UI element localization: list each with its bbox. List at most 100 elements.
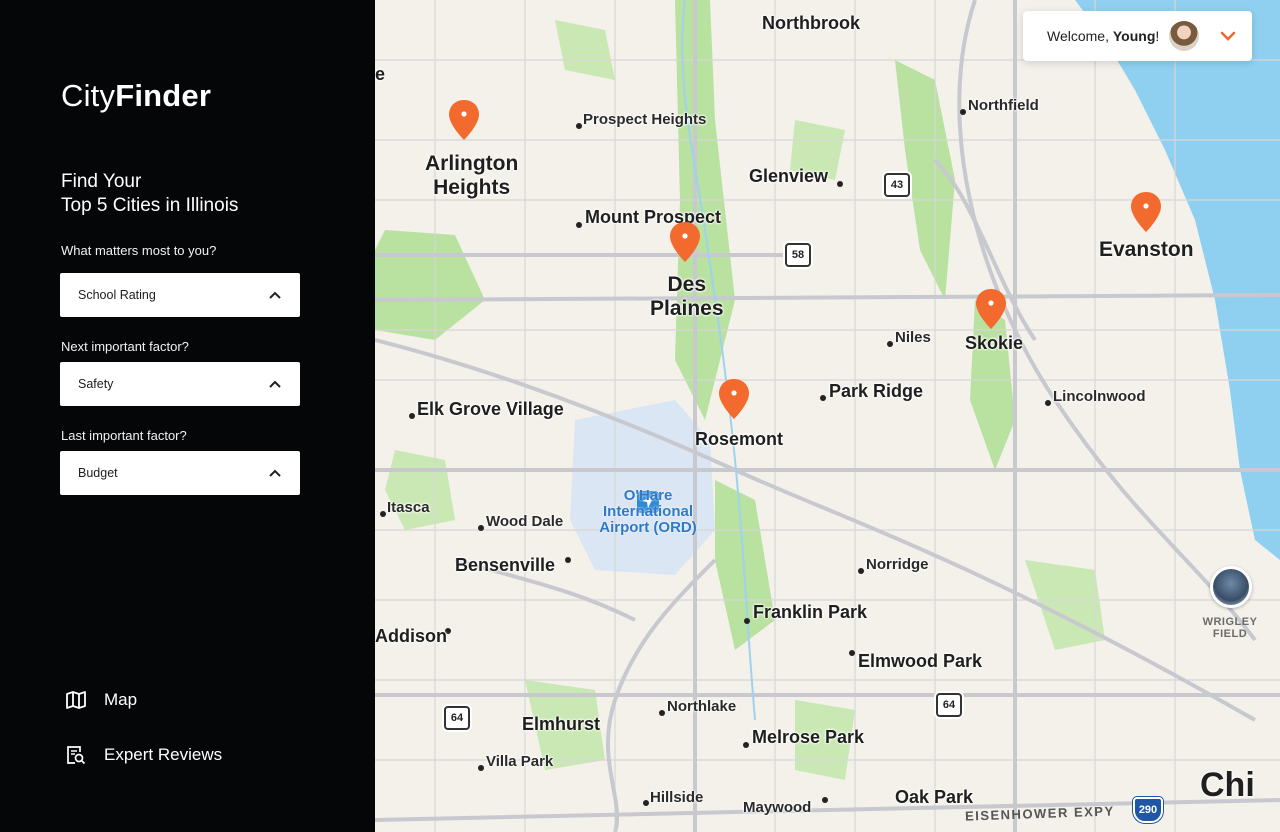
map-label-maywood: Maywood [743, 799, 812, 816]
map-label-des-plaines: Des Plaines [650, 273, 724, 321]
map-pin-evanston[interactable] [1130, 191, 1162, 233]
map-label-airport: O'Hare International Airport (ORD) [593, 488, 703, 536]
map-city-dot [576, 123, 582, 129]
map-city-dot [409, 413, 415, 419]
map-label-addison: Addison [375, 626, 447, 646]
map-label-line: WRIGLEY [1202, 616, 1258, 628]
map-city-dot [887, 341, 893, 347]
map-city-dot [858, 568, 864, 574]
map-label-elmhurst: Elmhurst [522, 714, 601, 734]
map-label-niles: Niles [895, 329, 931, 346]
user-name: Young [1112, 28, 1156, 44]
question-3-label: Last important factor? [61, 428, 187, 443]
map-label-rosemont: Rosemont [695, 429, 784, 449]
map-city-dot [744, 618, 750, 624]
map-label-glenview: Glenview [749, 166, 829, 186]
map-label-franklin-park: Franklin Park [753, 602, 868, 622]
priority-2-select[interactable]: Safety [60, 362, 300, 406]
map-label-lincolnwood: Lincolnwood [1053, 388, 1146, 405]
heading-line-1: Find Your [61, 171, 142, 192]
map-label-melrose-park: Melrose Park [752, 727, 865, 747]
page-heading: Find Your Top 5 Cities in Illinois [61, 170, 238, 218]
welcome-text: Welcome, Young! [1047, 28, 1159, 44]
nav-item-label: Expert Reviews [104, 745, 223, 764]
map-pin-des-plaines[interactable] [669, 221, 701, 263]
user-menu-card[interactable]: Welcome, Young! [1023, 11, 1252, 61]
route-shield: 58 [785, 243, 811, 267]
route-shield: 43 [884, 173, 910, 197]
map-view[interactable]: Northbrook Northfield Prospect Heights A… [375, 0, 1280, 832]
welcome-prefix: Welcome, [1047, 28, 1113, 44]
map-label-landmark: WRIGLEY FIELD [1195, 616, 1265, 640]
nav-item-expert-reviews[interactable]: Expert Reviews [64, 743, 222, 767]
wrigley-field-landmark-icon[interactable] [1210, 566, 1252, 608]
map-city-dot [849, 650, 855, 656]
map-city-dot [380, 511, 386, 517]
chevron-down-icon[interactable] [1220, 30, 1236, 42]
map-label-wood-dale: Wood Dale [486, 513, 564, 530]
map-label-hillside: Hillside [650, 789, 704, 806]
sidebar: CityFinder Find Your Top 5 Cities in Ill… [0, 0, 375, 832]
map-label-edge: e [375, 64, 386, 84]
map-city-dot [565, 557, 571, 563]
map-pin-arlington-heights[interactable] [448, 99, 480, 141]
map-pin-skokie[interactable] [975, 288, 1007, 330]
map-label-line: Arlington [425, 152, 519, 175]
map-label-itasca: Itasca [387, 499, 430, 516]
map-label-northbrook: Northbrook [762, 13, 860, 33]
map-label-evanston: Evanston [1099, 238, 1194, 261]
map-label-line: Plaines [650, 297, 724, 320]
map-label-northlake: Northlake [667, 698, 737, 715]
chevron-up-icon [269, 469, 281, 477]
nav-item-label: Map [104, 690, 138, 709]
priority-2-value: Safety [78, 377, 114, 391]
map-city-dot [478, 525, 484, 531]
map-city-dot [822, 797, 828, 803]
chevron-up-icon [269, 291, 281, 299]
map-label-villa-park: Villa Park [486, 753, 554, 770]
heading-line-2: Top 5 Cities in Illinois [61, 195, 239, 216]
map-city-dot [576, 222, 582, 228]
map-label-chicago: Chi [1200, 766, 1255, 804]
map-label-elmwood-park: Elmwood Park [858, 651, 983, 671]
map-label-bensenville: Bensenville [455, 555, 556, 575]
map-label-arlington-heights: Arlington Heights [425, 152, 518, 200]
review-document-icon [64, 743, 88, 767]
map-label-oak-park: Oak Park [895, 787, 974, 807]
map-label-norridge: Norridge [866, 556, 929, 573]
map-label-line: Airport (ORD) [599, 519, 697, 536]
nav-item-map[interactable]: Map [64, 688, 137, 712]
map-city-dot [820, 395, 826, 401]
route-shield: 64 [444, 706, 470, 730]
priority-3-value: Budget [78, 466, 118, 480]
map-city-dot [659, 710, 665, 716]
map-city-dot [837, 181, 843, 187]
map-label-park-ridge: Park Ridge [829, 381, 924, 401]
question-1-label: What matters most to you? [61, 243, 217, 258]
priority-3-select[interactable]: Budget [60, 451, 300, 495]
map-label-elk-grove-village: Elk Grove Village [417, 399, 564, 419]
map-city-dot [643, 800, 649, 806]
map-city-dot [1045, 400, 1051, 406]
map-label-line: Heights [433, 176, 511, 199]
map-label-line: FIELD [1212, 628, 1248, 640]
brand-text-light: City [61, 78, 116, 113]
chevron-up-icon [269, 380, 281, 388]
question-2-label: Next important factor? [61, 339, 189, 354]
map-pin-rosemont[interactable] [718, 378, 750, 420]
map-city-dot [478, 765, 484, 771]
priority-1-select[interactable]: School Rating [60, 273, 300, 317]
map-label-line: Des [667, 273, 707, 296]
interstate-shield: 290 [1133, 797, 1163, 823]
map-label-line: O'Hare [623, 487, 673, 504]
avatar[interactable] [1169, 21, 1200, 51]
brand-text-bold: Finder [115, 78, 212, 113]
priority-1-value: School Rating [78, 288, 156, 302]
welcome-suffix: ! [1155, 28, 1160, 44]
map-icon [64, 688, 88, 712]
map-label-prospect-heights: Prospect Heights [583, 111, 707, 128]
map-city-dot [960, 109, 966, 115]
map-city-dot [743, 742, 749, 748]
map-label-skokie: Skokie [965, 333, 1024, 353]
brand-logo[interactable]: CityFinder [61, 78, 211, 114]
